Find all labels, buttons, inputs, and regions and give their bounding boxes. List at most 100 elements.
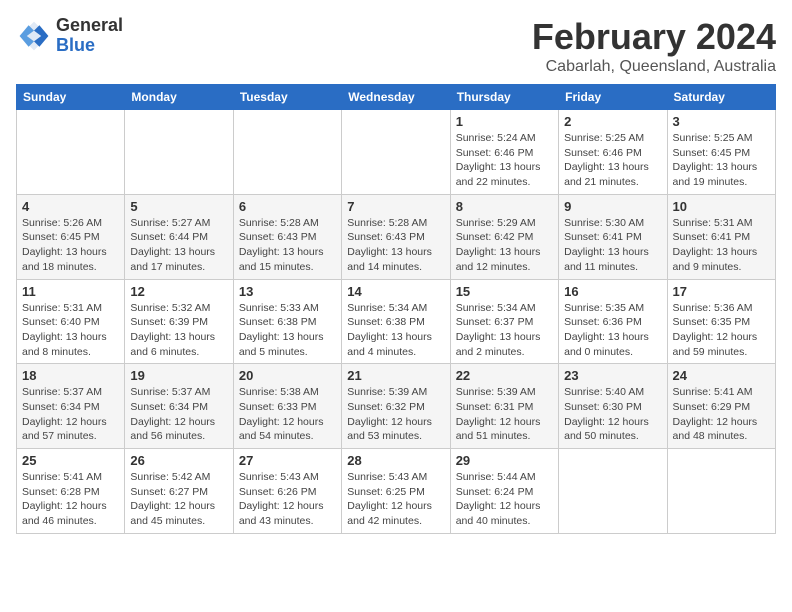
- day-info: Sunrise: 5:44 AM Sunset: 6:24 PM Dayligh…: [456, 470, 553, 529]
- week-row-2: 4 Sunrise: 5:26 AM Sunset: 6:45 PM Daylig…: [17, 194, 776, 279]
- location-title: Cabarlah, Queensland, Australia: [532, 58, 776, 76]
- day-number: 10: [673, 199, 770, 214]
- calendar-cell: 6Sunrise: 5:28 AM Sunset: 6:43 PM Daylig…: [233, 194, 341, 279]
- week-row-4: 18 Sunrise: 5:37 AM Sunset: 6:34 PM Dayli…: [17, 364, 776, 449]
- calendar-cell: 3Sunrise: 5:25 AM Sunset: 6:45 PM Daylig…: [667, 110, 775, 195]
- day-number: 25: [22, 453, 119, 468]
- calendar-cell: 25 Sunrise: 5:41 AM Sunset: 6:28 PM Dayli…: [17, 449, 125, 534]
- calendar-cell: 11 Sunrise: 5:31 AM Sunset: 6:40 PM Dayli…: [17, 279, 125, 364]
- calendar-cell: 24 Sunrise: 5:41 AM Sunset: 6:29 PM Dayli…: [667, 364, 775, 449]
- calendar-cell: 5 Sunrise: 5:27 AM Sunset: 6:44 PM Daylig…: [125, 194, 233, 279]
- day-number: 11: [22, 284, 119, 299]
- day-number: 7: [347, 199, 444, 214]
- calendar-cell: 7 Sunrise: 5:28 AM Sunset: 6:43 PM Daylig…: [342, 194, 450, 279]
- day-number: 15: [456, 284, 553, 299]
- weekday-header-thursday: Thursday: [450, 85, 558, 110]
- weekday-header-wednesday: Wednesday: [342, 85, 450, 110]
- calendar-cell: 8 Sunrise: 5:29 AM Sunset: 6:42 PM Daylig…: [450, 194, 558, 279]
- calendar-cell: [667, 449, 775, 534]
- day-info: Sunrise: 5:28 AM Sunset: 6:43 PM Dayligh…: [239, 216, 336, 275]
- calendar-cell: 29 Sunrise: 5:44 AM Sunset: 6:24 PM Dayli…: [450, 449, 558, 534]
- day-number: 21: [347, 368, 444, 383]
- day-info: Sunrise: 5:37 AM Sunset: 6:34 PM Dayligh…: [22, 385, 119, 444]
- calendar-cell: 22 Sunrise: 5:39 AM Sunset: 6:31 PM Dayli…: [450, 364, 558, 449]
- logo-blue-label: Blue: [56, 36, 123, 56]
- day-info: Sunrise: 5:43 AM Sunset: 6:25 PM Dayligh…: [347, 470, 444, 529]
- day-number: 26: [130, 453, 227, 468]
- calendar-body: 1 Sunrise: 5:24 AM Sunset: 6:46 PM Daylig…: [17, 110, 776, 534]
- logo-text: General Blue: [56, 16, 123, 56]
- day-info: Sunrise: 5:41 AM Sunset: 6:28 PM Dayligh…: [22, 470, 119, 529]
- day-number: 14: [347, 284, 444, 299]
- calendar-cell: 27Sunrise: 5:43 AM Sunset: 6:26 PM Dayli…: [233, 449, 341, 534]
- day-number: 13: [239, 284, 336, 299]
- day-info: Sunrise: 5:30 AM Sunset: 6:41 PM Dayligh…: [564, 216, 661, 275]
- calendar-cell: 20 Sunrise: 5:38 AM Sunset: 6:33 PM Dayli…: [233, 364, 341, 449]
- weekday-header-tuesday: Tuesday: [233, 85, 341, 110]
- weekday-header-friday: Friday: [559, 85, 667, 110]
- calendar-cell: 4 Sunrise: 5:26 AM Sunset: 6:45 PM Daylig…: [17, 194, 125, 279]
- calendar-cell: 21Sunrise: 5:39 AM Sunset: 6:32 PM Dayli…: [342, 364, 450, 449]
- day-info: Sunrise: 5:41 AM Sunset: 6:29 PM Dayligh…: [673, 385, 770, 444]
- day-number: 5: [130, 199, 227, 214]
- week-row-3: 11 Sunrise: 5:31 AM Sunset: 6:40 PM Dayli…: [17, 279, 776, 364]
- day-info: Sunrise: 5:24 AM Sunset: 6:46 PM Dayligh…: [456, 131, 553, 190]
- day-number: 17: [673, 284, 770, 299]
- calendar-cell: 12Sunrise: 5:32 AM Sunset: 6:39 PM Dayli…: [125, 279, 233, 364]
- calendar-cell: 28 Sunrise: 5:43 AM Sunset: 6:25 PM Dayli…: [342, 449, 450, 534]
- calendar-cell: 16 Sunrise: 5:35 AM Sunset: 6:36 PM Dayli…: [559, 279, 667, 364]
- week-row-5: 25 Sunrise: 5:41 AM Sunset: 6:28 PM Dayli…: [17, 449, 776, 534]
- day-number: 29: [456, 453, 553, 468]
- day-number: 18: [22, 368, 119, 383]
- day-number: 9: [564, 199, 661, 214]
- day-info: Sunrise: 5:32 AM Sunset: 6:39 PM Dayligh…: [130, 301, 227, 360]
- calendar-cell: 17 Sunrise: 5:36 AM Sunset: 6:35 PM Dayli…: [667, 279, 775, 364]
- day-info: Sunrise: 5:27 AM Sunset: 6:44 PM Dayligh…: [130, 216, 227, 275]
- calendar-cell: 18 Sunrise: 5:37 AM Sunset: 6:34 PM Dayli…: [17, 364, 125, 449]
- day-number: 22: [456, 368, 553, 383]
- weekday-header-row: SundayMondayTuesdayWednesdayThursdayFrid…: [17, 85, 776, 110]
- day-info: Sunrise: 5:34 AM Sunset: 6:37 PM Dayligh…: [456, 301, 553, 360]
- day-number: 4: [22, 199, 119, 214]
- day-info: Sunrise: 5:36 AM Sunset: 6:35 PM Dayligh…: [673, 301, 770, 360]
- day-info: Sunrise: 5:31 AM Sunset: 6:41 PM Dayligh…: [673, 216, 770, 275]
- day-number: 2: [564, 114, 661, 129]
- calendar-cell: 15 Sunrise: 5:34 AM Sunset: 6:37 PM Dayli…: [450, 279, 558, 364]
- calendar-cell: [17, 110, 125, 195]
- calendar-cell: 14Sunrise: 5:34 AM Sunset: 6:38 PM Dayli…: [342, 279, 450, 364]
- day-info: Sunrise: 5:29 AM Sunset: 6:42 PM Dayligh…: [456, 216, 553, 275]
- calendar-cell: 13Sunrise: 5:33 AM Sunset: 6:38 PM Dayli…: [233, 279, 341, 364]
- calendar-cell: 9 Sunrise: 5:30 AM Sunset: 6:41 PM Daylig…: [559, 194, 667, 279]
- month-title: February 2024: [532, 16, 776, 58]
- week-row-1: 1 Sunrise: 5:24 AM Sunset: 6:46 PM Daylig…: [17, 110, 776, 195]
- day-number: 8: [456, 199, 553, 214]
- logo: General Blue: [16, 16, 123, 56]
- calendar-cell: [125, 110, 233, 195]
- day-number: 16: [564, 284, 661, 299]
- day-info: Sunrise: 5:40 AM Sunset: 6:30 PM Dayligh…: [564, 385, 661, 444]
- weekday-header-sunday: Sunday: [17, 85, 125, 110]
- day-info: Sunrise: 5:39 AM Sunset: 6:31 PM Dayligh…: [456, 385, 553, 444]
- calendar-cell: 10 Sunrise: 5:31 AM Sunset: 6:41 PM Dayli…: [667, 194, 775, 279]
- day-info: Sunrise: 5:38 AM Sunset: 6:33 PM Dayligh…: [239, 385, 336, 444]
- day-number: 24: [673, 368, 770, 383]
- day-number: 20: [239, 368, 336, 383]
- calendar-cell: 19 Sunrise: 5:37 AM Sunset: 6:34 PM Dayli…: [125, 364, 233, 449]
- day-number: 1: [456, 114, 553, 129]
- calendar-cell: [559, 449, 667, 534]
- day-info: Sunrise: 5:26 AM Sunset: 6:45 PM Dayligh…: [22, 216, 119, 275]
- title-area: February 2024 Cabarlah, Queensland, Aust…: [532, 16, 776, 76]
- day-number: 28: [347, 453, 444, 468]
- calendar-header: SundayMondayTuesdayWednesdayThursdayFrid…: [17, 85, 776, 110]
- day-info: Sunrise: 5:25 AM Sunset: 6:46 PM Dayligh…: [564, 131, 661, 190]
- day-number: 3: [673, 114, 770, 129]
- day-info: Sunrise: 5:42 AM Sunset: 6:27 PM Dayligh…: [130, 470, 227, 529]
- calendar-cell: 2 Sunrise: 5:25 AM Sunset: 6:46 PM Daylig…: [559, 110, 667, 195]
- day-info: Sunrise: 5:31 AM Sunset: 6:40 PM Dayligh…: [22, 301, 119, 360]
- weekday-header-saturday: Saturday: [667, 85, 775, 110]
- day-info: Sunrise: 5:28 AM Sunset: 6:43 PM Dayligh…: [347, 216, 444, 275]
- day-number: 19: [130, 368, 227, 383]
- day-info: Sunrise: 5:37 AM Sunset: 6:34 PM Dayligh…: [130, 385, 227, 444]
- calendar-cell: 1 Sunrise: 5:24 AM Sunset: 6:46 PM Daylig…: [450, 110, 558, 195]
- day-info: Sunrise: 5:35 AM Sunset: 6:36 PM Dayligh…: [564, 301, 661, 360]
